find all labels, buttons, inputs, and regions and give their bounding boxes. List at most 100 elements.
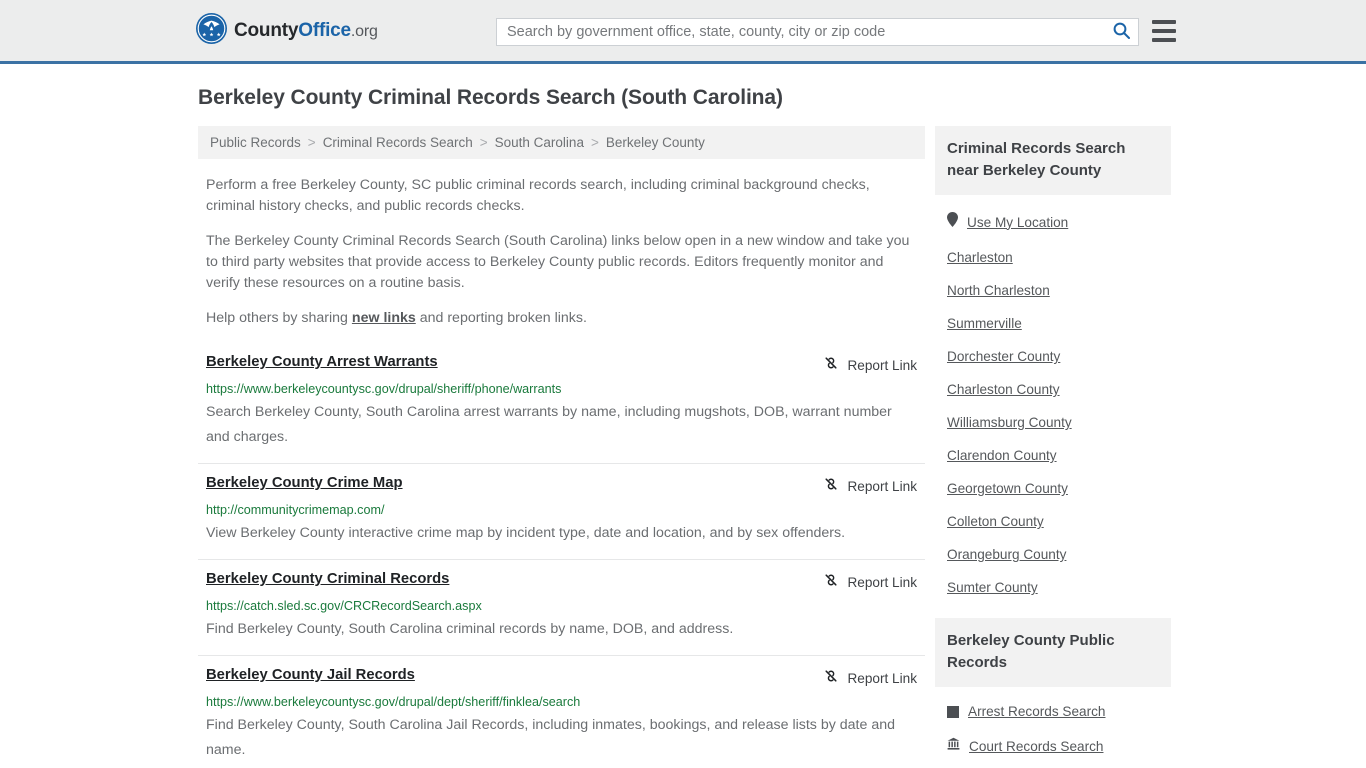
hamburger-bar bbox=[1152, 38, 1176, 42]
site-header: CountyOffice.org bbox=[0, 0, 1366, 64]
nearby-searches-panel: Criminal Records Search near Berkeley Co… bbox=[935, 126, 1171, 604]
sidebar-link-orangeburg-county[interactable]: Orangeburg County bbox=[947, 547, 1066, 562]
sidebar-item-georgetown-county[interactable]: Georgetown County bbox=[947, 472, 1171, 505]
sidebar-item-summerville[interactable]: Summerville bbox=[947, 307, 1171, 340]
sidebar-link-arrest-records-search[interactable]: Arrest Records Search bbox=[968, 704, 1106, 719]
square-icon bbox=[947, 705, 959, 718]
result-title-link[interactable]: Berkeley County Criminal Records bbox=[206, 571, 449, 587]
sidebar-item-dorchester-county[interactable]: Dorchester County bbox=[947, 340, 1171, 373]
sidebar-link-use-my-location[interactable]: Use My Location bbox=[967, 215, 1068, 230]
breadcrumb-item-south-carolina[interactable]: South Carolina bbox=[495, 135, 584, 150]
search-input[interactable] bbox=[497, 19, 1104, 45]
sidebar-item-charleston[interactable]: Charleston bbox=[947, 241, 1171, 274]
sidebar-link-north-charleston[interactable]: North Charleston bbox=[947, 283, 1050, 298]
sidebar-item-orangeburg-county[interactable]: Orangeburg County bbox=[947, 538, 1171, 571]
sidebar-item-colleton-county[interactable]: Colleton County bbox=[947, 505, 1171, 538]
logo-word-county: County bbox=[234, 19, 299, 41]
result-url[interactable]: https://www.berkeleycountysc.gov/drupal/… bbox=[206, 695, 917, 709]
result-description: Find Berkeley County, South Carolina Jai… bbox=[206, 717, 895, 758]
logo-word-org: .org bbox=[350, 22, 378, 40]
sidebar-item-clarendon-county[interactable]: Clarendon County bbox=[947, 439, 1171, 472]
broken-link-icon bbox=[823, 355, 839, 376]
public-records-list: Arrest Records Search Court Records Sear… bbox=[935, 687, 1171, 764]
report-link-label: Report Link bbox=[847, 671, 917, 686]
breadcrumb-separator: > bbox=[307, 135, 316, 150]
report-link-button[interactable]: Report Link bbox=[823, 667, 917, 689]
content-columns: Public Records > Criminal Records Search… bbox=[198, 126, 1366, 768]
search-button[interactable] bbox=[1104, 19, 1138, 45]
map-pin-icon bbox=[947, 212, 958, 232]
sidebar-link-court-records-search[interactable]: Court Records Search bbox=[969, 739, 1103, 754]
breadcrumb-item-criminal-records-search[interactable]: Criminal Records Search bbox=[323, 135, 473, 150]
result-description: View Berkeley County interactive crime m… bbox=[206, 525, 846, 541]
result-title-link[interactable]: Berkeley County Jail Records bbox=[206, 667, 415, 683]
results-list: Berkeley County Arrest Warrants Report L… bbox=[198, 343, 925, 768]
sidebar-item-arrest-records-search[interactable]: Arrest Records Search bbox=[947, 695, 1171, 728]
result-url[interactable]: https://catch.sled.sc.gov/CRCRecordSearc… bbox=[206, 599, 917, 613]
result-item: Berkeley County Crime Map Report Link ht… bbox=[198, 464, 925, 560]
intro-paragraph-3: Help others by sharing new links and rep… bbox=[198, 308, 925, 329]
sidebar: Criminal Records Search near Berkeley Co… bbox=[935, 126, 1171, 768]
sidebar-item-sumter-county[interactable]: Sumter County bbox=[947, 571, 1171, 604]
report-link-button[interactable]: Report Link bbox=[823, 354, 917, 376]
site-logo-text: CountyOffice.org bbox=[234, 20, 378, 42]
broken-link-icon bbox=[823, 668, 839, 689]
sidebar-link-williamsburg-county[interactable]: Williamsburg County bbox=[947, 415, 1072, 430]
logo-word-office: Office bbox=[298, 19, 351, 41]
result-header: Berkeley County Arrest Warrants Report L… bbox=[206, 354, 917, 376]
intro-paragraph-1: Perform a free Berkeley County, SC publi… bbox=[206, 177, 870, 214]
intro-paragraph-3-before: Help others by sharing bbox=[206, 310, 352, 326]
sidebar-item-charleston-county[interactable]: Charleston County bbox=[947, 373, 1171, 406]
report-link-label: Report Link bbox=[847, 575, 917, 590]
search-bar bbox=[496, 18, 1139, 46]
county-office-seal-icon bbox=[196, 12, 227, 49]
courthouse-icon bbox=[947, 737, 960, 755]
public-records-panel: Berkeley County Public Records Arrest Re… bbox=[935, 618, 1171, 764]
nearby-searches-heading: Criminal Records Search near Berkeley Co… bbox=[935, 126, 1171, 195]
sidebar-item-use-my-location[interactable]: Use My Location bbox=[947, 203, 1171, 241]
sidebar-link-summerville[interactable]: Summerville bbox=[947, 316, 1022, 331]
report-link-label: Report Link bbox=[847, 479, 917, 494]
site-logo[interactable]: CountyOffice.org bbox=[196, 12, 378, 49]
breadcrumb-item-public-records[interactable]: Public Records bbox=[210, 135, 301, 150]
intro-text: Perform a free Berkeley County, SC publi… bbox=[198, 175, 925, 329]
hamburger-menu-icon[interactable] bbox=[1152, 20, 1176, 42]
sidebar-item-williamsburg-county[interactable]: Williamsburg County bbox=[947, 406, 1171, 439]
sidebar-item-court-records-search[interactable]: Court Records Search bbox=[947, 728, 1171, 764]
sidebar-link-charleston[interactable]: Charleston bbox=[947, 250, 1013, 265]
result-description: Search Berkeley County, South Carolina a… bbox=[206, 404, 892, 445]
result-item: Berkeley County Arrest Warrants Report L… bbox=[198, 343, 925, 464]
nearby-searches-list: Use My Location Charleston North Charles… bbox=[935, 195, 1171, 604]
hamburger-bar bbox=[1152, 20, 1176, 24]
breadcrumb-separator: > bbox=[590, 135, 599, 150]
sidebar-link-colleton-county[interactable]: Colleton County bbox=[947, 514, 1044, 529]
sidebar-link-sumter-county[interactable]: Sumter County bbox=[947, 580, 1038, 595]
main-content: Public Records > Criminal Records Search… bbox=[198, 126, 925, 768]
report-link-label: Report Link bbox=[847, 358, 917, 373]
sidebar-item-north-charleston[interactable]: North Charleston bbox=[947, 274, 1171, 307]
breadcrumb: Public Records > Criminal Records Search… bbox=[198, 126, 925, 159]
page-body: Berkeley County Criminal Records Search … bbox=[0, 64, 1366, 768]
hamburger-bar bbox=[1152, 29, 1176, 33]
report-link-button[interactable]: Report Link bbox=[823, 475, 917, 497]
result-title-link[interactable]: Berkeley County Arrest Warrants bbox=[206, 354, 438, 370]
result-url[interactable]: http://communitycrimemap.com/ bbox=[206, 503, 917, 517]
sidebar-link-clarendon-county[interactable]: Clarendon County bbox=[947, 448, 1057, 463]
result-item: Berkeley County Criminal Records Report … bbox=[198, 560, 925, 656]
intro-paragraph-2: The Berkeley County Criminal Records Sea… bbox=[206, 233, 910, 291]
page-title: Berkeley County Criminal Records Search … bbox=[198, 86, 783, 109]
result-item: Berkeley County Jail Records Report Link bbox=[198, 656, 925, 768]
intro-paragraph-3-after: and reporting broken links. bbox=[415, 310, 587, 326]
sidebar-link-charleston-county[interactable]: Charleston County bbox=[947, 382, 1060, 397]
new-links-link[interactable]: new links bbox=[352, 310, 416, 326]
sidebar-link-dorchester-county[interactable]: Dorchester County bbox=[947, 349, 1060, 364]
breadcrumb-item-berkeley-county[interactable]: Berkeley County bbox=[606, 135, 705, 150]
report-link-button[interactable]: Report Link bbox=[823, 571, 917, 593]
sidebar-link-georgetown-county[interactable]: Georgetown County bbox=[947, 481, 1068, 496]
result-url[interactable]: https://www.berkeleycountysc.gov/drupal/… bbox=[206, 382, 917, 396]
broken-link-icon bbox=[823, 572, 839, 593]
result-title-link[interactable]: Berkeley County Crime Map bbox=[206, 475, 403, 491]
search-icon bbox=[1113, 22, 1130, 42]
result-description: Find Berkeley County, South Carolina cri… bbox=[206, 621, 734, 637]
public-records-heading: Berkeley County Public Records bbox=[935, 618, 1171, 687]
